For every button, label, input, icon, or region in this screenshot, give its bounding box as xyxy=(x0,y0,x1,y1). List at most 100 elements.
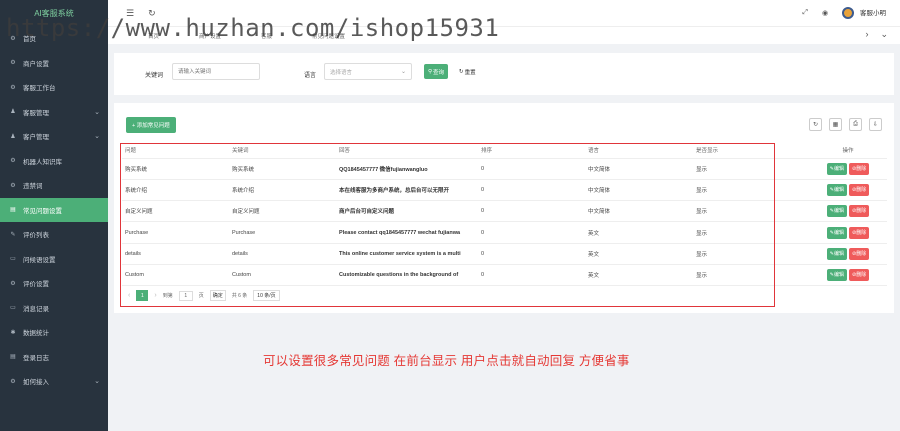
col-answer: 回答 xyxy=(336,142,478,159)
prev-page-icon[interactable]: ‹ xyxy=(128,292,130,299)
table-row: 系统介绍 系统介绍 本在线客服为多商户系统，总后台可以无限开 0 中文简体 显示 ✎编辑 ⊘删… xyxy=(122,179,887,202)
edit-button[interactable]: ✎编辑 xyxy=(826,183,847,196)
delete-button[interactable]: ⊘删除 xyxy=(849,247,870,260)
sidebar-item-2[interactable]: ⚙ 客服工作台 xyxy=(0,75,108,100)
cell-keyword: details xyxy=(229,243,336,265)
edit-button[interactable]: ✎编辑 xyxy=(826,205,847,218)
sidebar-item-label: 问候语设置 xyxy=(23,256,56,264)
keyword-input[interactable] xyxy=(172,63,260,80)
add-faq-button[interactable]: + 添加常见问题 xyxy=(126,117,176,133)
fullscreen-icon[interactable]: ⤢ xyxy=(802,9,808,17)
total-count: 共 6 条 xyxy=(231,293,248,299)
sidebar-item-11[interactable]: ▭ 消息记录 xyxy=(0,296,108,321)
cell-question: 购买系统 xyxy=(122,158,229,180)
workbench-icon: ⚙ xyxy=(10,84,16,91)
export-tool-icon[interactable]: ⇩ xyxy=(869,118,882,131)
user-menu[interactable]: 客服小明 xyxy=(842,7,886,20)
cell-actions: ✎编辑 ⊘删除 xyxy=(809,243,887,265)
edit-button[interactable]: ✎编辑 xyxy=(826,162,847,175)
next-page-icon[interactable]: › xyxy=(154,292,156,299)
delete-button[interactable]: ⊘删除 xyxy=(849,162,870,175)
edit-button[interactable]: ✎编辑 xyxy=(826,269,847,282)
cell-language: 英文 xyxy=(585,243,693,265)
globe-icon[interactable]: ◉ xyxy=(822,9,828,17)
edit-button[interactable]: ✎编辑 xyxy=(826,247,847,260)
sidebar-item-label: 商户设置 xyxy=(23,60,49,68)
print-tool-icon[interactable]: ⎙ xyxy=(849,118,862,131)
cell-sort: 0 xyxy=(478,200,585,223)
sidebar-item-5[interactable]: ⚙ 机器人知识库 xyxy=(0,149,108,174)
pagination: ‹ 1 › 到第 1 页 确定 共 6 条 10 条/页 xyxy=(128,290,280,301)
delete-button[interactable]: ⊘删除 xyxy=(849,269,870,282)
tab-home[interactable]: 首页 xyxy=(148,32,159,40)
cell-visible: 显示 xyxy=(693,221,809,244)
page-size-select[interactable]: 10 条/页 xyxy=(253,290,280,301)
search-button-label: 查询 xyxy=(433,69,445,76)
sidebar-item-12[interactable]: ✱ 数据统计 xyxy=(0,320,108,345)
current-page[interactable]: 1 xyxy=(136,290,149,301)
cell-question: Custom xyxy=(122,264,229,287)
search-button[interactable]: ⚲ 查询 xyxy=(424,64,449,79)
table-row: Purchase Purchase Please contact qq1845457… xyxy=(122,221,887,244)
delete-button[interactable]: ⊘删除 xyxy=(849,226,870,239)
sidebar-item-7[interactable]: ▤ 常见问题设置 xyxy=(0,197,108,222)
table-row: 购买系统 购买系统 QQ1845457777 微信fujianwangluo 0 中文简… xyxy=(122,158,887,180)
table-tools: ↻ ▦ ⎙ ⇩ xyxy=(809,118,882,131)
sidebar-item-label: 常见问题设置 xyxy=(23,207,62,215)
cell-visible: 显示 xyxy=(693,200,809,223)
reset-button[interactable]: ↻ 重置 xyxy=(456,64,479,79)
sidebar-item-8[interactable]: ✎ 评价列表 xyxy=(0,222,108,247)
columns-tool-icon[interactable]: ▦ xyxy=(829,118,842,131)
cell-keyword: Custom xyxy=(229,264,336,287)
user-name: 客服小明 xyxy=(860,9,886,17)
sidebar-item-1[interactable]: ⚙ 商户设置 xyxy=(0,51,108,76)
settings-icon: ⚙ xyxy=(10,60,16,67)
sidebar-item-3[interactable]: ♟ 客服管理 ⌄ xyxy=(0,100,108,125)
table-row: details details This online customer servi… xyxy=(122,243,887,265)
table-row: Custom Custom Customizable questions in th… xyxy=(122,264,887,287)
cell-actions: ✎编辑 ⊘删除 xyxy=(809,200,887,223)
cell-sort: 0 xyxy=(478,179,585,202)
cell-actions: ✎编辑 ⊘删除 xyxy=(809,158,887,180)
cell-answer: Please contact qq1845457777 wechat fujia… xyxy=(336,221,478,244)
cell-visible: 显示 xyxy=(693,264,809,287)
cell-language: 英文 xyxy=(585,264,693,287)
message-icon: ▭ xyxy=(10,305,16,312)
cell-keyword: 购买系统 xyxy=(229,158,336,180)
promo-caption: 可以设置很多常见问题 在前台显示 用户点击就自动回复 方便省事 xyxy=(263,354,630,368)
refresh-tool-icon[interactable]: ↻ xyxy=(809,118,822,131)
sidebar-item-6[interactable]: ⚙ 违禁词 xyxy=(0,173,108,198)
cell-actions: ✎编辑 ⊘删除 xyxy=(809,179,887,202)
edit-button[interactable]: ✎编辑 xyxy=(826,226,847,239)
sidebar-item-0[interactable]: ⚙ 首页 xyxy=(0,26,108,51)
robot-icon: ⚙ xyxy=(10,158,16,165)
sidebar-item-9[interactable]: ▭ 问候语设置 xyxy=(0,247,108,272)
sidebar-item-14[interactable]: ⚙ 如何接入 ⌄ xyxy=(0,369,108,394)
cell-keyword: Purchase xyxy=(229,221,336,244)
cell-question: Purchase xyxy=(122,221,229,244)
sidebar-item-label: 客服管理 xyxy=(23,109,49,117)
cell-sort: 0 xyxy=(478,158,585,180)
sidebar-item-13[interactable]: ▤ 登录日志 xyxy=(0,345,108,370)
sidebar: AI客服系统 ⚙ 首页 ⚙ 商户设置 ⚙ 客服工作台 ♟ 客服管理 ⌄ ♟ 客户管理 ⌄ ⚙ 机器人知识库… xyxy=(0,0,108,431)
sidebar-item-10[interactable]: ⚙ 评价设置 xyxy=(0,271,108,296)
delete-button[interactable]: ⊘删除 xyxy=(849,183,870,196)
tab-faq-settings[interactable]: 常见问题设置 xyxy=(312,32,345,40)
language-select[interactable]: 选择语言 ⌄ xyxy=(324,63,412,80)
delete-button[interactable]: ⊘删除 xyxy=(849,205,870,218)
sidebar-item-label: 如何接入 xyxy=(23,379,49,387)
tab-more-icon[interactable]: ⌄ xyxy=(880,29,888,40)
tab-service[interactable]: 客服 xyxy=(261,32,272,40)
tab-prev-icon[interactable]: › xyxy=(865,29,868,40)
cell-language: 中文简体 xyxy=(585,200,693,223)
block-icon: ⚙ xyxy=(10,182,16,189)
refresh-icon[interactable]: ↻ xyxy=(148,8,156,19)
goto-label: 到第 xyxy=(162,293,173,299)
greeting-icon: ▭ xyxy=(10,256,16,263)
goto-confirm-button[interactable]: 确定 xyxy=(209,290,226,301)
menu-toggle-icon[interactable]: ☰ xyxy=(126,8,134,19)
goto-page-input[interactable]: 1 xyxy=(178,290,193,301)
search-icon: ⚲ xyxy=(428,68,433,75)
tab-merchant-settings[interactable]: 商户设置 xyxy=(199,32,221,40)
sidebar-item-4[interactable]: ♟ 客户管理 ⌄ xyxy=(0,124,108,149)
